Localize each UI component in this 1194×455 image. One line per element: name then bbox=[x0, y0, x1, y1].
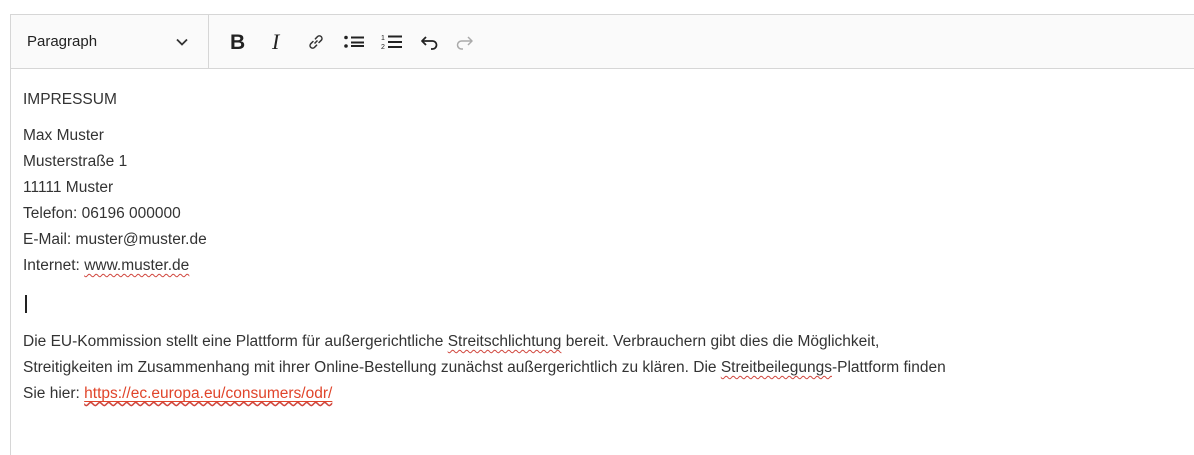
internet-url: www.muster.de bbox=[84, 257, 190, 274]
editor-content[interactable]: IMPRESSUM Max Muster Musterstraße 1 1111… bbox=[11, 69, 1194, 407]
svg-text:2: 2 bbox=[381, 44, 385, 51]
undo-icon bbox=[420, 34, 440, 50]
odr-link[interactable]: https://ec.europa.eu/consumers/odr/ bbox=[84, 385, 332, 402]
link-text: https://ec.europa.eu/consumers/odr/ bbox=[84, 385, 333, 402]
contact-email: E-Mail: muster@muster.de bbox=[23, 231, 207, 248]
contact-name: Max Muster bbox=[23, 127, 104, 144]
internet-label: Internet: bbox=[23, 257, 85, 274]
rich-text-editor[interactable]: Paragraph B I 1 2 IMPRESSUM Max Muster M… bbox=[10, 14, 1194, 455]
redo-button[interactable] bbox=[451, 15, 477, 68]
editor-toolbar: Paragraph B I 1 2 bbox=[11, 15, 1194, 69]
bold-icon: B bbox=[229, 32, 247, 52]
bold-button[interactable]: B bbox=[223, 15, 253, 68]
address-block: Max Muster Musterstraße 1 11111 Muster T… bbox=[23, 123, 1194, 279]
misspelled-word: Streitbeilegungs bbox=[720, 359, 832, 376]
italic-icon: I bbox=[270, 32, 286, 52]
bulleted-list-icon bbox=[343, 34, 365, 50]
svg-text:I: I bbox=[271, 32, 281, 52]
impressum-heading: IMPRESSUM bbox=[23, 91, 117, 108]
numbered-list-button[interactable]: 1 2 bbox=[379, 15, 405, 68]
misspelled-word: Streitschlichtung bbox=[447, 333, 562, 350]
svg-text:B: B bbox=[230, 32, 245, 52]
italic-button[interactable]: I bbox=[265, 15, 291, 68]
format-value: Paragraph bbox=[27, 33, 98, 50]
link-icon bbox=[307, 33, 325, 51]
contact-phone: Telefon: 06196 000000 bbox=[23, 205, 181, 222]
text-segment: Sie hier: bbox=[23, 385, 85, 402]
paragraph-format-dropdown[interactable]: Paragraph bbox=[11, 15, 209, 68]
text-segment: bereit. Verbrauchern gibt dies die Mögli… bbox=[561, 333, 880, 350]
text-cursor bbox=[25, 295, 27, 313]
odr-paragraph: Die EU-Kommission stellt eine Plattform … bbox=[23, 329, 1194, 407]
contact-city: 11111 Muster bbox=[23, 179, 114, 196]
svg-text:1: 1 bbox=[381, 35, 385, 42]
numbered-list-icon: 1 2 bbox=[381, 33, 403, 51]
bulleted-list-button[interactable] bbox=[341, 15, 367, 68]
empty-line bbox=[23, 291, 1194, 317]
text-segment: Streitigkeiten im Zusammenhang mit ihrer… bbox=[23, 359, 721, 376]
contact-street: Musterstraße 1 bbox=[23, 153, 128, 170]
link-button[interactable] bbox=[303, 15, 329, 68]
text-segment: Die EU-Kommission stellt eine Plattform … bbox=[23, 333, 448, 350]
contact-internet: Internet: www.muster.de bbox=[23, 253, 1194, 279]
redo-icon bbox=[454, 34, 474, 50]
chevron-down-icon bbox=[176, 38, 188, 46]
text-segment: -Plattform finden bbox=[831, 359, 946, 376]
undo-button[interactable] bbox=[417, 15, 443, 68]
